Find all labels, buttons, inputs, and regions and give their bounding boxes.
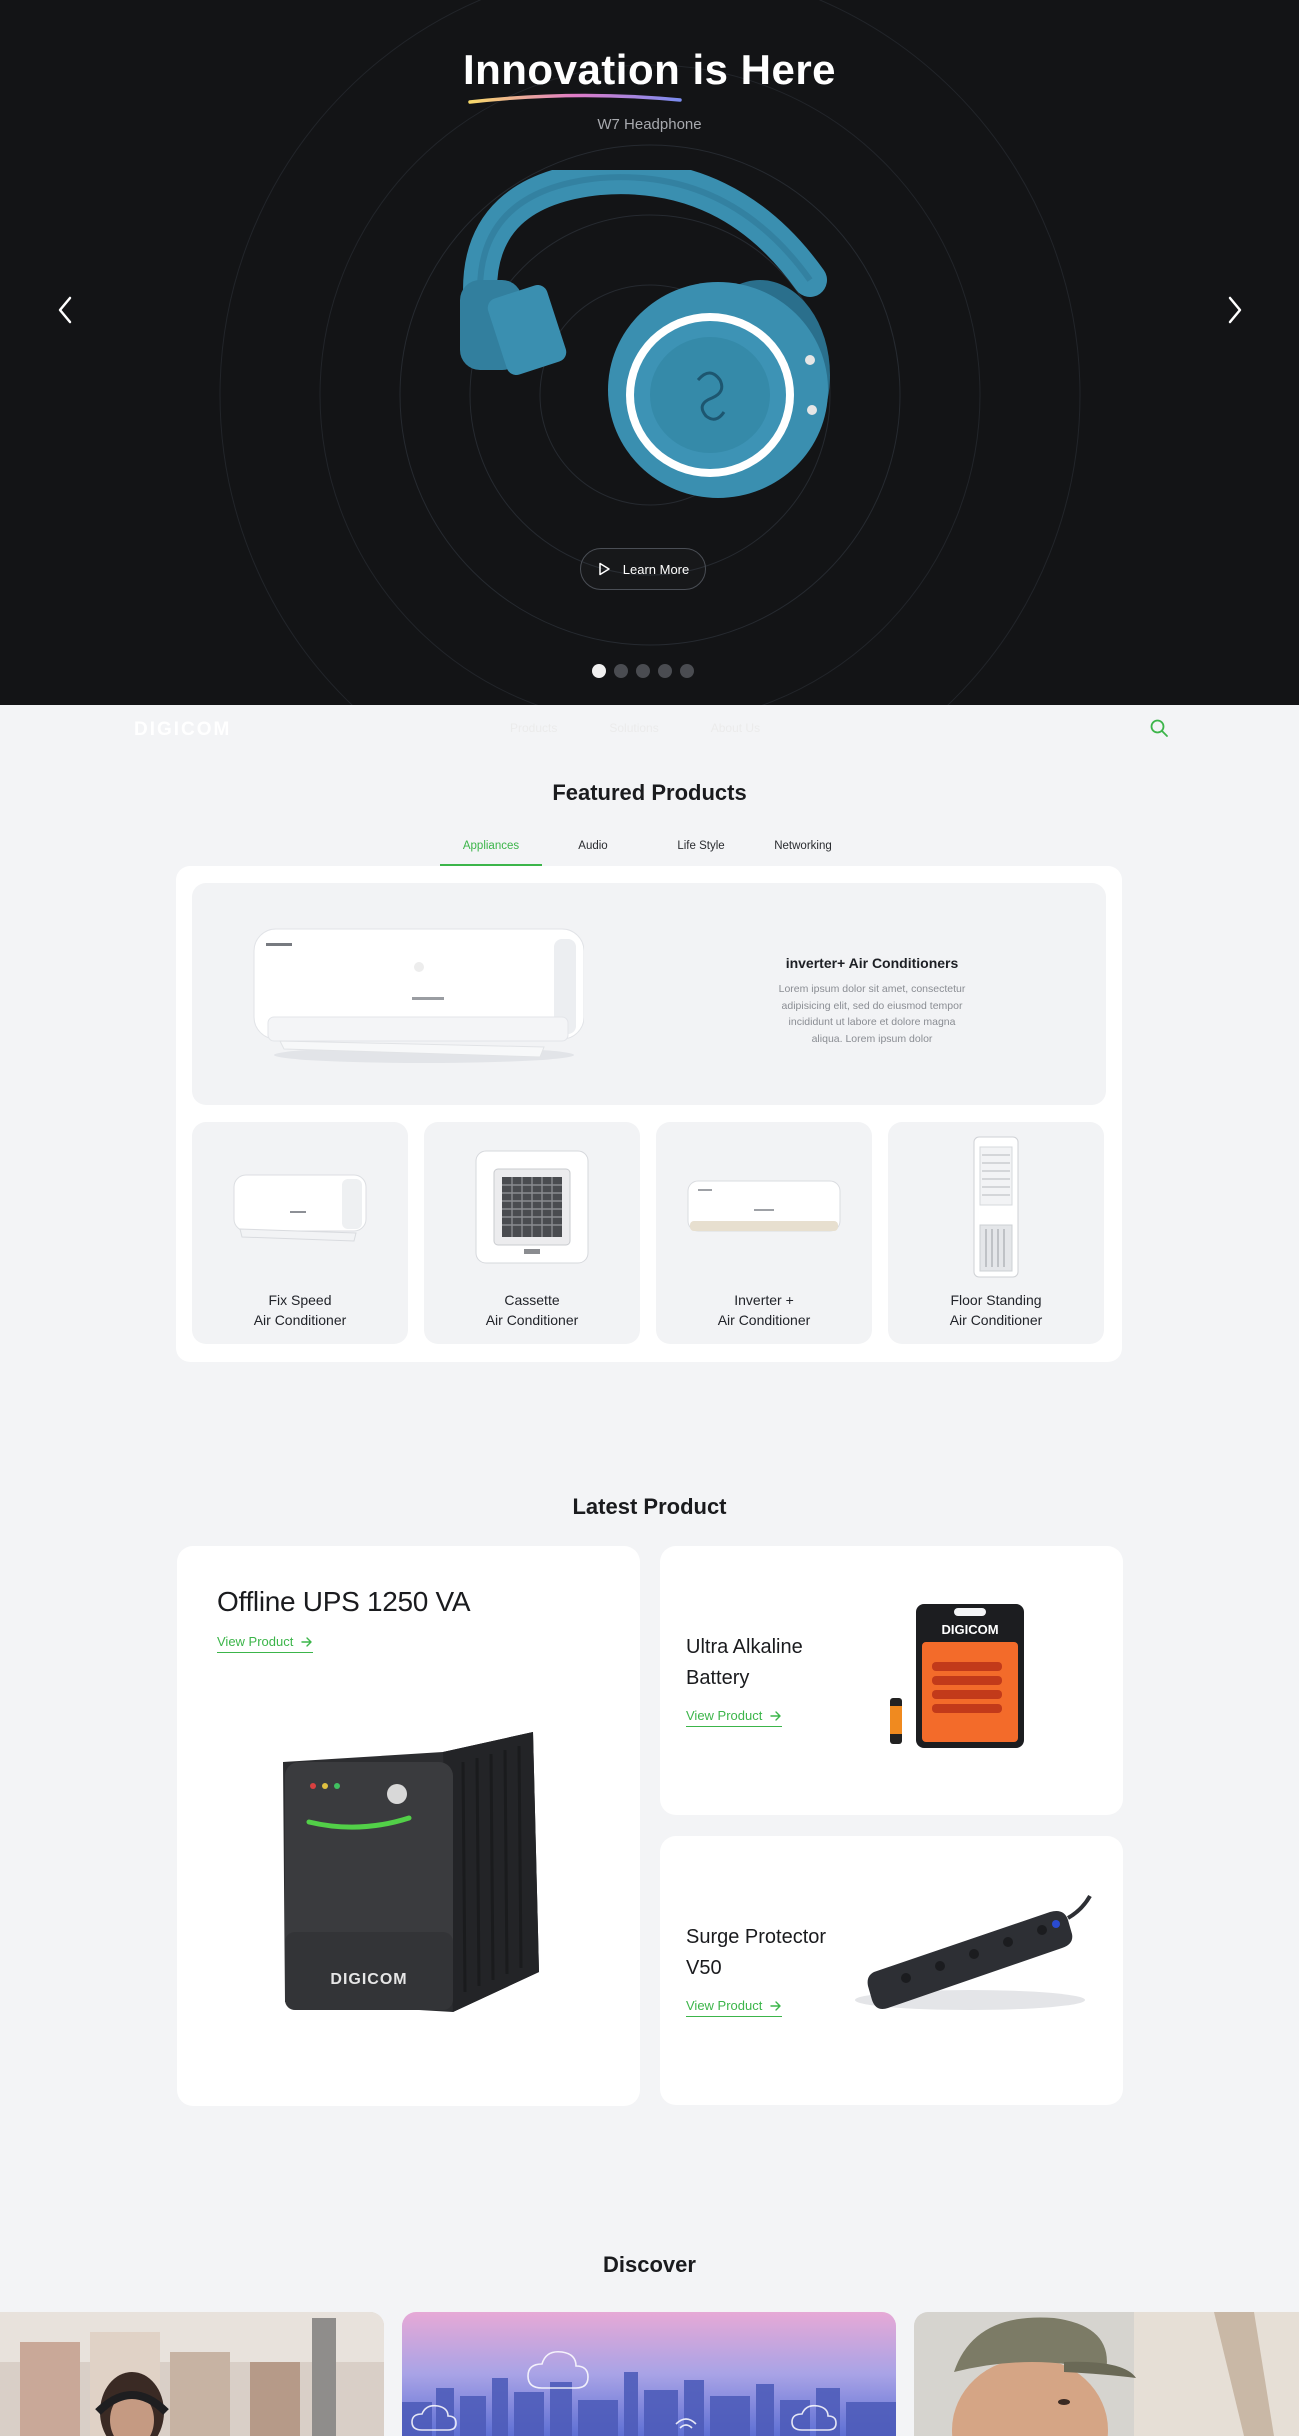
tab-networking[interactable]: Networking [752, 834, 854, 866]
hero-carousel: Innovation is Here W7 Headphone Learn Mo… [0, 0, 1299, 705]
tab-appliances[interactable]: Appliances [440, 834, 542, 866]
ups-view-product-link[interactable]: View Product [217, 1634, 314, 1653]
product-card-inverter-plus[interactable]: Inverter + Air Conditioner [656, 1122, 872, 1344]
view-product-label: View Product [217, 1634, 294, 1649]
view-product-label: View Product [686, 1708, 763, 1723]
latest-card-ups[interactable]: Offline UPS 1250 VA View Product DIGICOM [177, 1546, 640, 2106]
search-icon [1150, 719, 1168, 737]
digicom-logo[interactable]: DIGICOM [134, 719, 231, 741]
carousel-dot-1[interactable] [592, 664, 606, 678]
play-icon [599, 562, 610, 576]
floor-standing-ac-image [973, 1136, 1019, 1278]
card-label-line1: Fix Speed [268, 1292, 332, 1308]
arrow-right-icon [770, 2000, 782, 2011]
product-card-floor-standing[interactable]: Floor Standing Air Conditioner [888, 1122, 1104, 1344]
battery-brand-text: DIGICOM [941, 1622, 998, 1637]
carousel-prev-button[interactable] [46, 290, 86, 330]
ups-title: Offline UPS 1250 VA [217, 1586, 471, 1617]
discover-title: Discover [603, 2252, 696, 2277]
featured-products-title: Featured Products [552, 780, 747, 805]
card-label-line2: Air Conditioner [717, 1312, 811, 1328]
latest-product-title: Latest Product [572, 1494, 727, 1519]
surge-protector-image [855, 1894, 1092, 2010]
chevron-right-icon [1228, 296, 1242, 324]
card-label-line2: Air Conditioner [949, 1312, 1043, 1328]
tab-life-style[interactable]: Life Style [650, 834, 752, 866]
discover-card-1[interactable] [0, 2312, 384, 2436]
discover-card-3[interactable] [914, 2312, 1299, 2436]
arrow-right-icon [301, 1636, 313, 1647]
discover-card-2[interactable] [402, 2312, 896, 2436]
nav-link-about[interactable]: About Us [711, 721, 760, 735]
surge-protector-view-product-link[interactable]: View Product [686, 1998, 783, 2017]
learn-more-label: Learn More [622, 561, 690, 577]
headphone-image [460, 170, 830, 498]
card-label-line1: Inverter + [734, 1292, 794, 1308]
product-card-cassette[interactable]: Cassette Air Conditioner [424, 1122, 640, 1344]
nav-links: Products Solutions About Us [510, 721, 760, 735]
inverter-ac-image [253, 928, 584, 1063]
top-navigation: DIGICOM Products Solutions About Us [0, 705, 1299, 755]
search-button[interactable] [1148, 717, 1170, 739]
card-label-line1: Floor Standing [950, 1292, 1042, 1308]
discover-image-man-headphones [0, 2312, 384, 2436]
learn-more-button[interactable]: Learn More [580, 548, 706, 590]
nav-link-products[interactable]: Products [510, 721, 557, 735]
featured-tabs: Appliances Audio Life Style Networking [440, 834, 860, 866]
product-card-fix-speed[interactable]: Fix Speed Air Conditioner [192, 1122, 408, 1344]
discover-image-man-cap [914, 2312, 1299, 2436]
inverter-plus-ac-image [687, 1180, 841, 1232]
battery-title: Ultra Alkaline Battery [686, 1636, 803, 1689]
chevron-left-icon [58, 296, 72, 324]
arrow-right-icon [770, 1710, 782, 1721]
carousel-indicators [592, 664, 694, 678]
battery-pack-image: DIGICOM [890, 1604, 1024, 1748]
latest-card-battery[interactable]: Ultra Alkaline Battery View Product DIGI… [660, 1546, 1123, 1815]
carousel-dot-5[interactable] [680, 664, 694, 678]
battery-view-product-link[interactable]: View Product [686, 1708, 783, 1727]
card-label-line2: Air Conditioner [253, 1312, 347, 1328]
featured-products-panel: inverter+ Air Conditioners Lorem ipsum d… [176, 866, 1122, 1362]
carousel-dot-2[interactable] [614, 664, 628, 678]
fix-speed-ac-image [233, 1174, 367, 1242]
nav-link-solutions[interactable]: Solutions [609, 721, 658, 735]
featured-hero-card[interactable]: inverter+ Air Conditioners Lorem ipsum d… [192, 883, 1106, 1105]
ups-brand-text: DIGICOM [330, 1971, 407, 1988]
card-label-line2: Air Conditioner [485, 1312, 579, 1328]
hero-subtitle: W7 Headphone [597, 116, 702, 133]
card-label-line1: Cassette [504, 1292, 560, 1308]
cassette-ac-image [475, 1150, 589, 1264]
featured-hero-title: inverter+ Air Conditioners [785, 955, 959, 971]
view-product-label: View Product [686, 1998, 763, 2013]
carousel-next-button[interactable] [1214, 290, 1254, 330]
ups-image: DIGICOM [283, 1732, 539, 2012]
tab-audio[interactable]: Audio [542, 834, 644, 866]
hero-title-underline [468, 93, 682, 104]
featured-hero-description: Lorem ipsum dolor sit amet, consectetur … [778, 983, 966, 1045]
discover-image-cloud-city [402, 2312, 896, 2436]
carousel-dot-4[interactable] [658, 664, 672, 678]
hero-title: Innovation is Here [462, 46, 837, 93]
carousel-dot-3[interactable] [636, 664, 650, 678]
latest-card-surge-protector[interactable]: Surge Protector V50 View Product [660, 1836, 1123, 2105]
surge-protector-title: Surge Protector V50 [686, 1926, 827, 1979]
